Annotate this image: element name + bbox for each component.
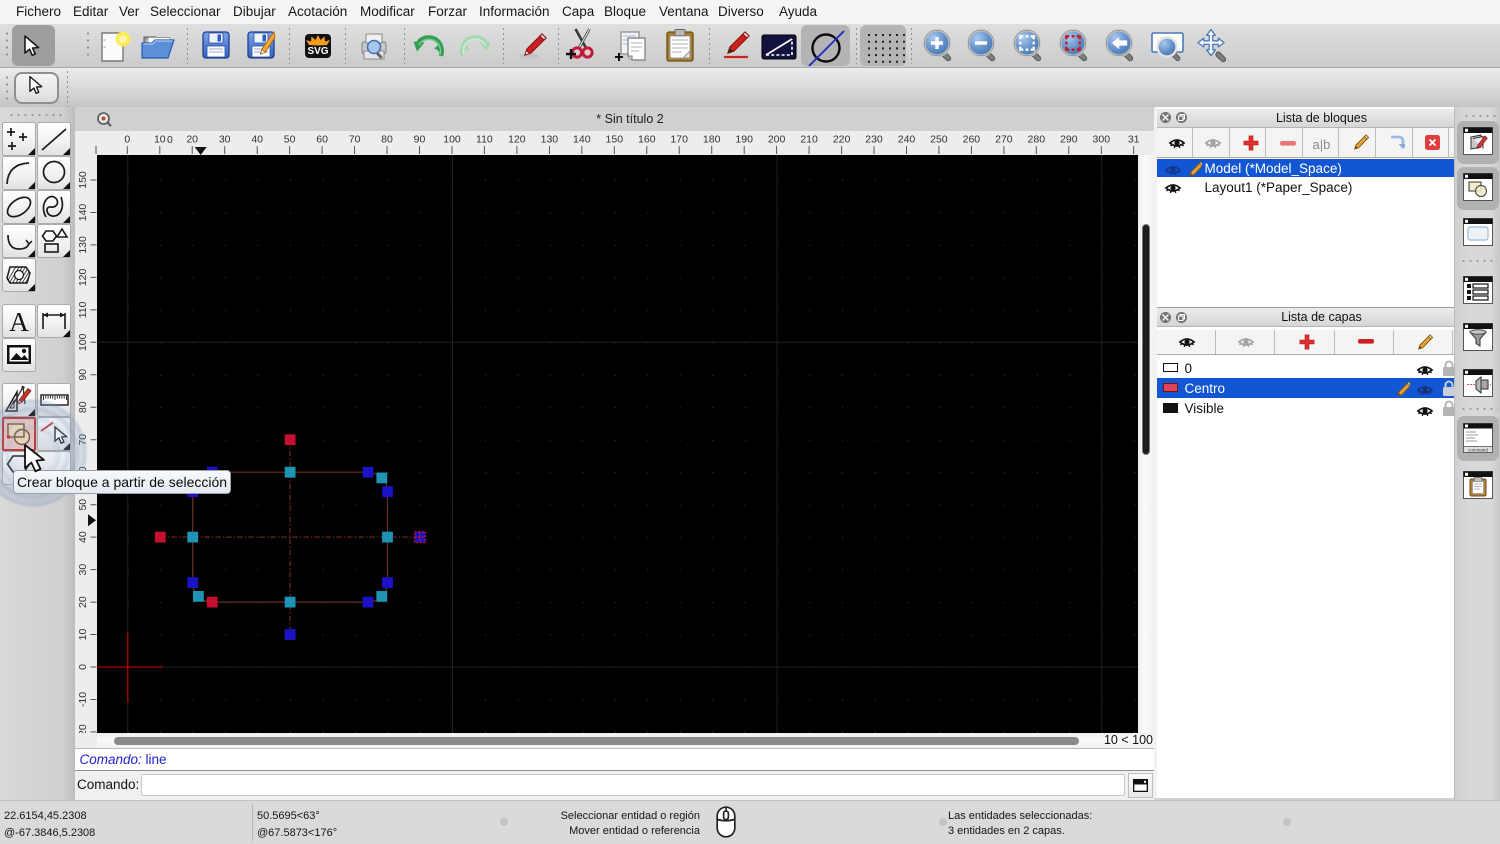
svg-text:20: 20 <box>186 134 198 146</box>
svg-text:0: 0 <box>77 664 89 670</box>
svg-text:240: 240 <box>898 134 916 146</box>
svg-text:50: 50 <box>284 134 296 146</box>
svg-text:-20: -20 <box>77 724 89 733</box>
svg-text:280: 280 <box>1028 134 1046 146</box>
svg-text:270: 270 <box>995 134 1013 146</box>
svg-text:40: 40 <box>251 134 263 146</box>
svg-text:90: 90 <box>414 134 426 146</box>
svg-text:20: 20 <box>77 596 89 608</box>
svg-text:230: 230 <box>865 134 883 146</box>
svg-text:120: 120 <box>77 268 89 286</box>
svg-text:190: 190 <box>735 134 753 146</box>
svg-text:60: 60 <box>316 134 328 146</box>
svg-text:150: 150 <box>606 134 624 146</box>
svg-text:220: 220 <box>833 134 851 146</box>
svg-text:10: 10 <box>77 629 89 641</box>
svg-text:120: 120 <box>508 134 526 146</box>
svg-text:command: command <box>1468 448 1488 453</box>
svg-text:31: 31 <box>1128 134 1140 146</box>
svg-text:0: 0 <box>124 134 130 146</box>
svg-text:210: 210 <box>800 134 818 146</box>
svg-text:100: 100 <box>77 333 89 351</box>
svg-text:110: 110 <box>77 301 89 318</box>
svg-text:130: 130 <box>77 236 89 254</box>
svg-text:130: 130 <box>541 134 559 146</box>
svg-text:140: 140 <box>77 204 89 222</box>
svg-text:90: 90 <box>77 369 89 381</box>
svg-text:170: 170 <box>670 134 688 146</box>
svg-text:A: A <box>9 307 29 337</box>
svg-text:30: 30 <box>219 134 231 146</box>
svg-text:80: 80 <box>381 134 393 146</box>
svg-text:100: 100 <box>443 134 461 146</box>
svg-text:40: 40 <box>77 531 89 543</box>
svg-text:-10: -10 <box>77 692 89 707</box>
svg-text:50: 50 <box>77 499 89 511</box>
svg-text:260: 260 <box>963 134 981 146</box>
svg-text:200: 200 <box>768 134 786 146</box>
svg-text:30: 30 <box>77 564 89 576</box>
svg-text:SVG: SVG <box>307 46 328 57</box>
svg-text:300: 300 <box>1093 134 1111 146</box>
svg-text:80: 80 <box>77 401 89 413</box>
svg-text:140: 140 <box>573 134 591 146</box>
svg-text:110: 110 <box>476 134 493 146</box>
svg-text:160: 160 <box>638 134 656 146</box>
svg-text:150: 150 <box>77 171 89 189</box>
svg-text:250: 250 <box>930 134 948 146</box>
svg-text:180: 180 <box>703 134 721 146</box>
svg-text:290: 290 <box>1060 134 1078 146</box>
svg-text:70: 70 <box>349 134 361 146</box>
svg-text:10: 10 <box>154 134 166 146</box>
